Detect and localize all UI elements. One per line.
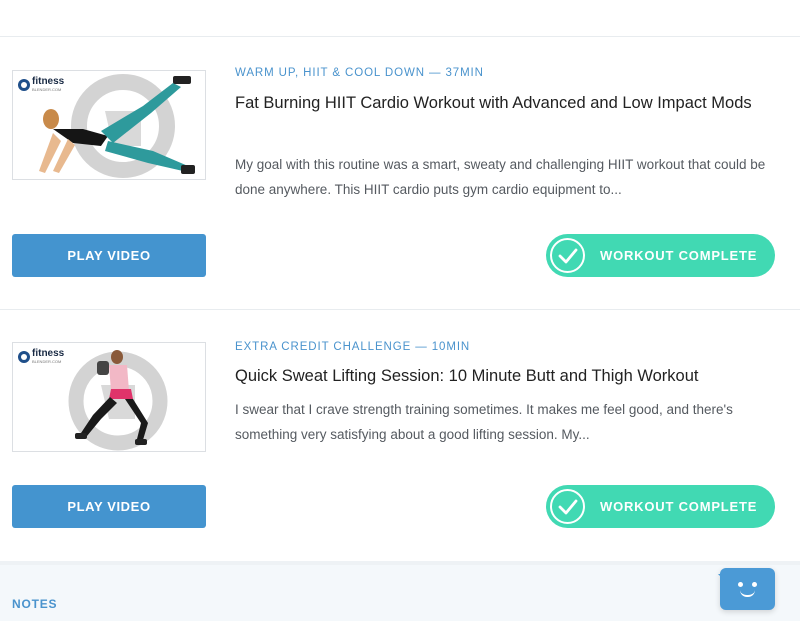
fitness-blender-logo-icon xyxy=(18,350,30,363)
play-video-button[interactable]: PLAY VIDEO xyxy=(12,234,206,277)
workout-thumbnail[interactable]: fitness BLENDER.COM xyxy=(12,70,206,180)
workout-thumbnail[interactable]: fitness BLENDER.COM xyxy=(12,342,206,452)
workout-complete-button[interactable]: WORKOUT COMPLETE xyxy=(546,234,775,277)
check-icon xyxy=(550,489,585,524)
logo-subtext: BLENDER.COM xyxy=(32,87,62,92)
check-icon xyxy=(550,238,585,273)
workout-title[interactable]: Quick Sweat Lifting Session: 10 Minute B… xyxy=(235,363,765,390)
thumbnail-logo: fitness BLENDER.COM xyxy=(18,349,64,364)
logo-subtext: BLENDER.COM xyxy=(32,359,62,364)
chat-eye-left xyxy=(738,582,743,587)
workout-description: My goal with this routine was a smart, s… xyxy=(235,157,766,197)
workout-category: EXTRA CREDIT CHALLENGE — 10MIN xyxy=(235,341,471,353)
thumbnail-logo: fitness BLENDER.COM xyxy=(18,77,64,92)
logo-text: fitness xyxy=(32,348,65,359)
workout-card: fitness BLENDER.COM EXTRA CREDIT CHALLEN… xyxy=(0,311,800,561)
workout-complete-button[interactable]: WORKOUT COMPLETE xyxy=(546,485,775,528)
chat-widget-icon[interactable] xyxy=(718,568,775,610)
chat-eye-right xyxy=(752,582,757,587)
logo-text: fitness xyxy=(32,76,65,87)
workout-title[interactable]: Fat Burning HIIT Cardio Workout with Adv… xyxy=(235,90,765,117)
workout-complete-label: WORKOUT COMPLETE xyxy=(600,248,758,263)
workout-description: I swear that I crave strength training s… xyxy=(235,402,733,442)
workout-category: WARM UP, HIIT & COOL DOWN — 37MIN xyxy=(235,67,484,79)
notes-section: NOTES xyxy=(0,561,800,621)
workout-complete-label: WORKOUT COMPLETE xyxy=(600,499,758,514)
chat-smile xyxy=(740,590,755,597)
notes-label: NOTES xyxy=(12,597,58,611)
fitness-blender-logo-icon xyxy=(18,78,30,91)
play-video-button[interactable]: PLAY VIDEO xyxy=(12,485,206,528)
workout-card: fitness BLENDER.COM WARM UP, HIIT & COOL… xyxy=(0,37,800,310)
